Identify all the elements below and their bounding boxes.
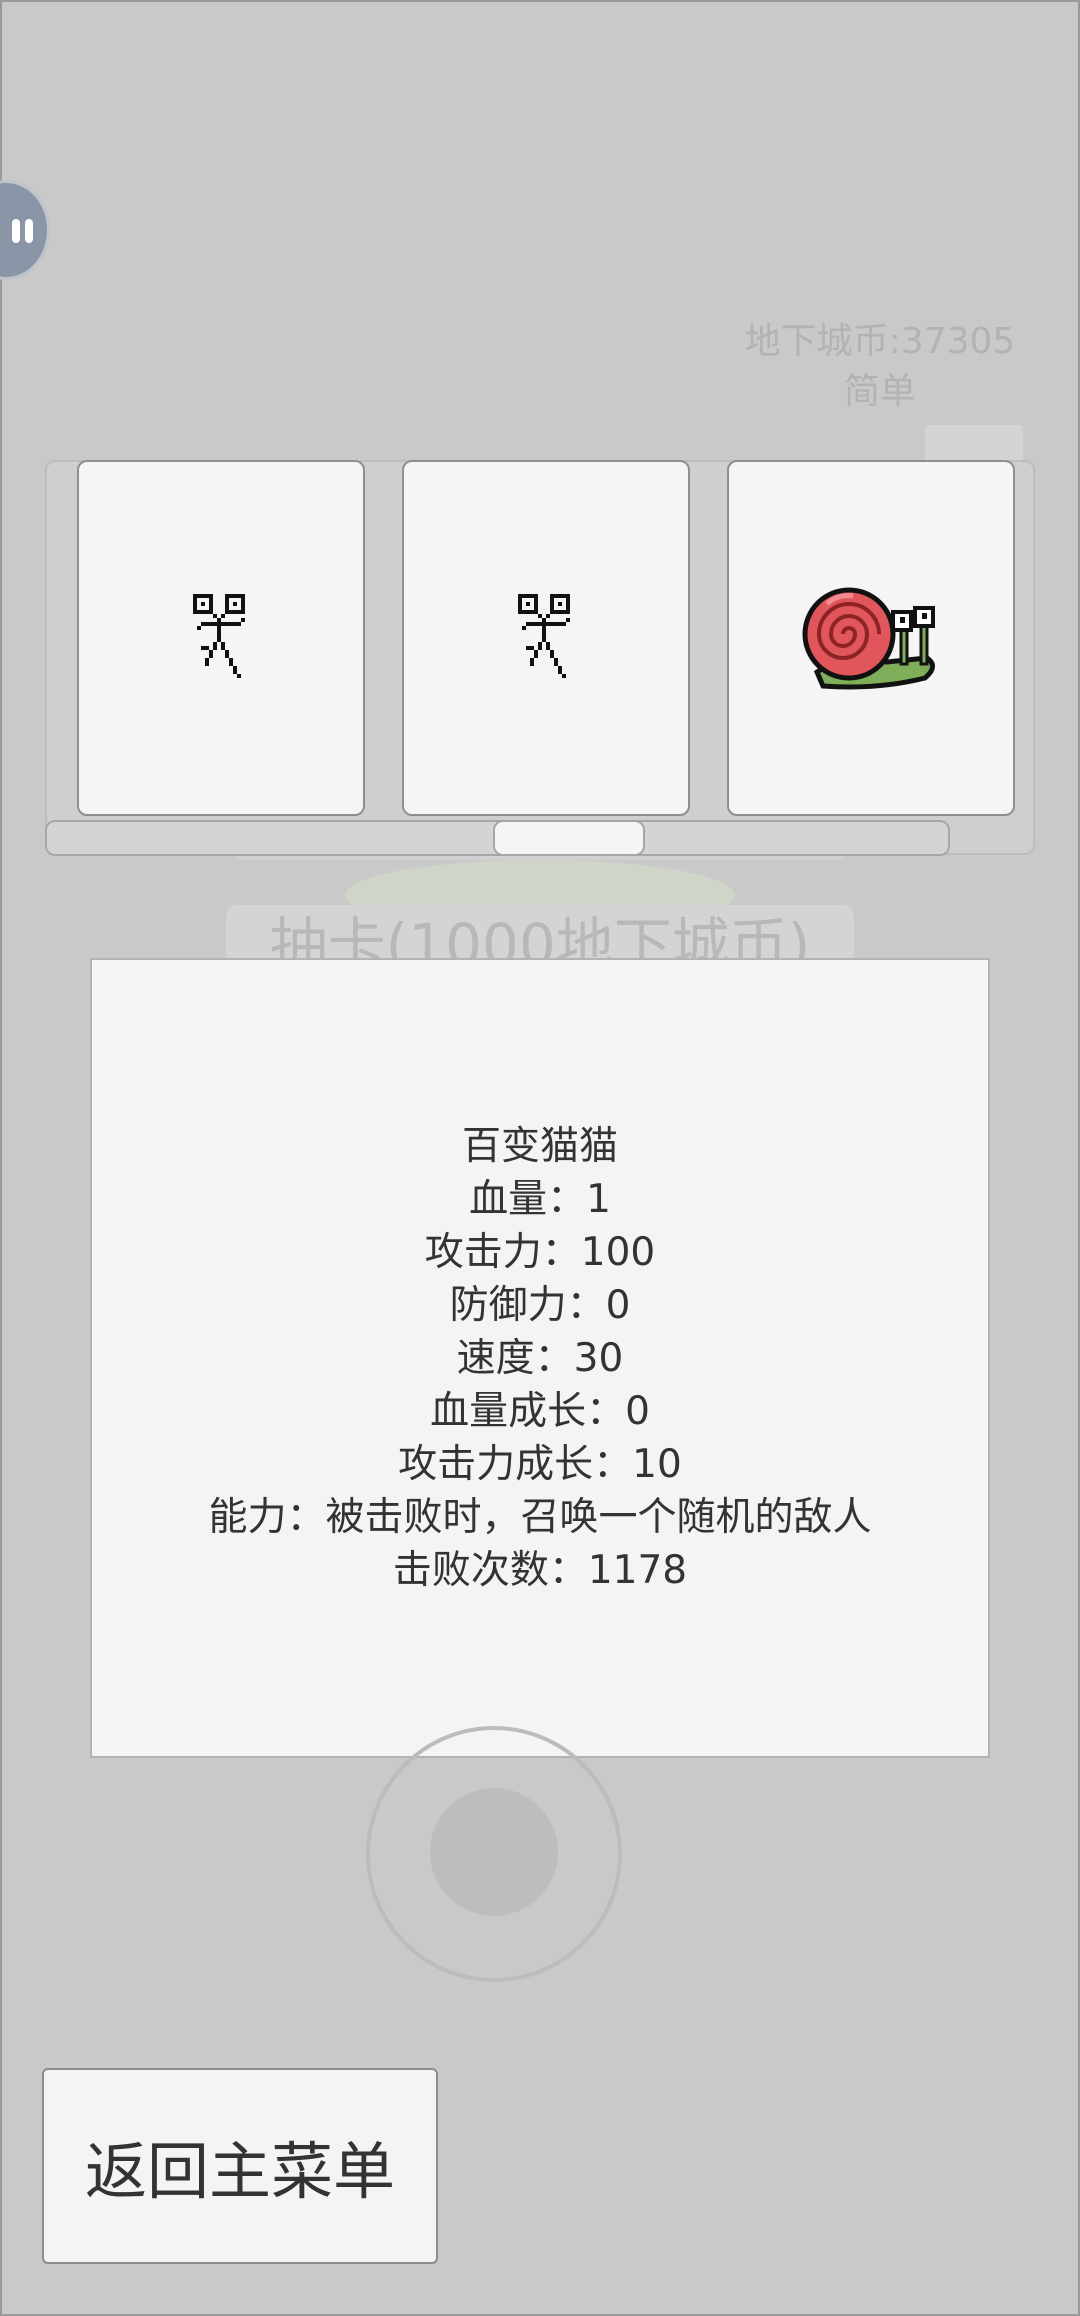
stick-figure-icon xyxy=(518,594,574,682)
stat-attack: 攻击力：100 xyxy=(424,1229,656,1275)
stat-speed: 速度：30 xyxy=(456,1335,624,1381)
draw-card-button[interactable]: 抽卡(1000地下城币) xyxy=(226,905,854,961)
character-info-panel: 百变猫猫 血量：1 攻击力：100 防御力：0 速度：30 血量成长：0 攻击力… xyxy=(90,958,990,1758)
character-name: 百变猫猫 xyxy=(461,1123,618,1169)
stick-figure-icon xyxy=(193,594,249,682)
pause-button[interactable] xyxy=(0,180,50,280)
stat-attack-growth: 攻击力成长：10 xyxy=(398,1441,682,1487)
defeat-count: 击败次数：1178 xyxy=(392,1547,688,1593)
reel-2 xyxy=(402,460,690,816)
reel-1 xyxy=(77,460,365,816)
draw-card-label: 抽卡(1000地下城币) xyxy=(269,911,811,961)
reel-3 xyxy=(727,460,1015,816)
joystick-knob[interactable] xyxy=(430,1788,558,1916)
stat-hp: 血量：1 xyxy=(469,1176,611,1222)
character-ability: 能力：被击败时，召唤一个随机的敌人 xyxy=(208,1494,872,1540)
back-to-main-menu-button[interactable]: 返回主菜单 xyxy=(42,2068,438,2264)
slot-scrollbar-thumb[interactable] xyxy=(493,820,645,856)
stat-defense: 防御力：0 xyxy=(449,1282,631,1328)
difficulty-label: 简单 xyxy=(843,371,916,412)
snail-icon xyxy=(797,574,945,702)
dungeon-coin-counter: 地下城币:37305 xyxy=(744,321,1016,362)
stat-hp-growth: 血量成长：0 xyxy=(430,1388,650,1434)
